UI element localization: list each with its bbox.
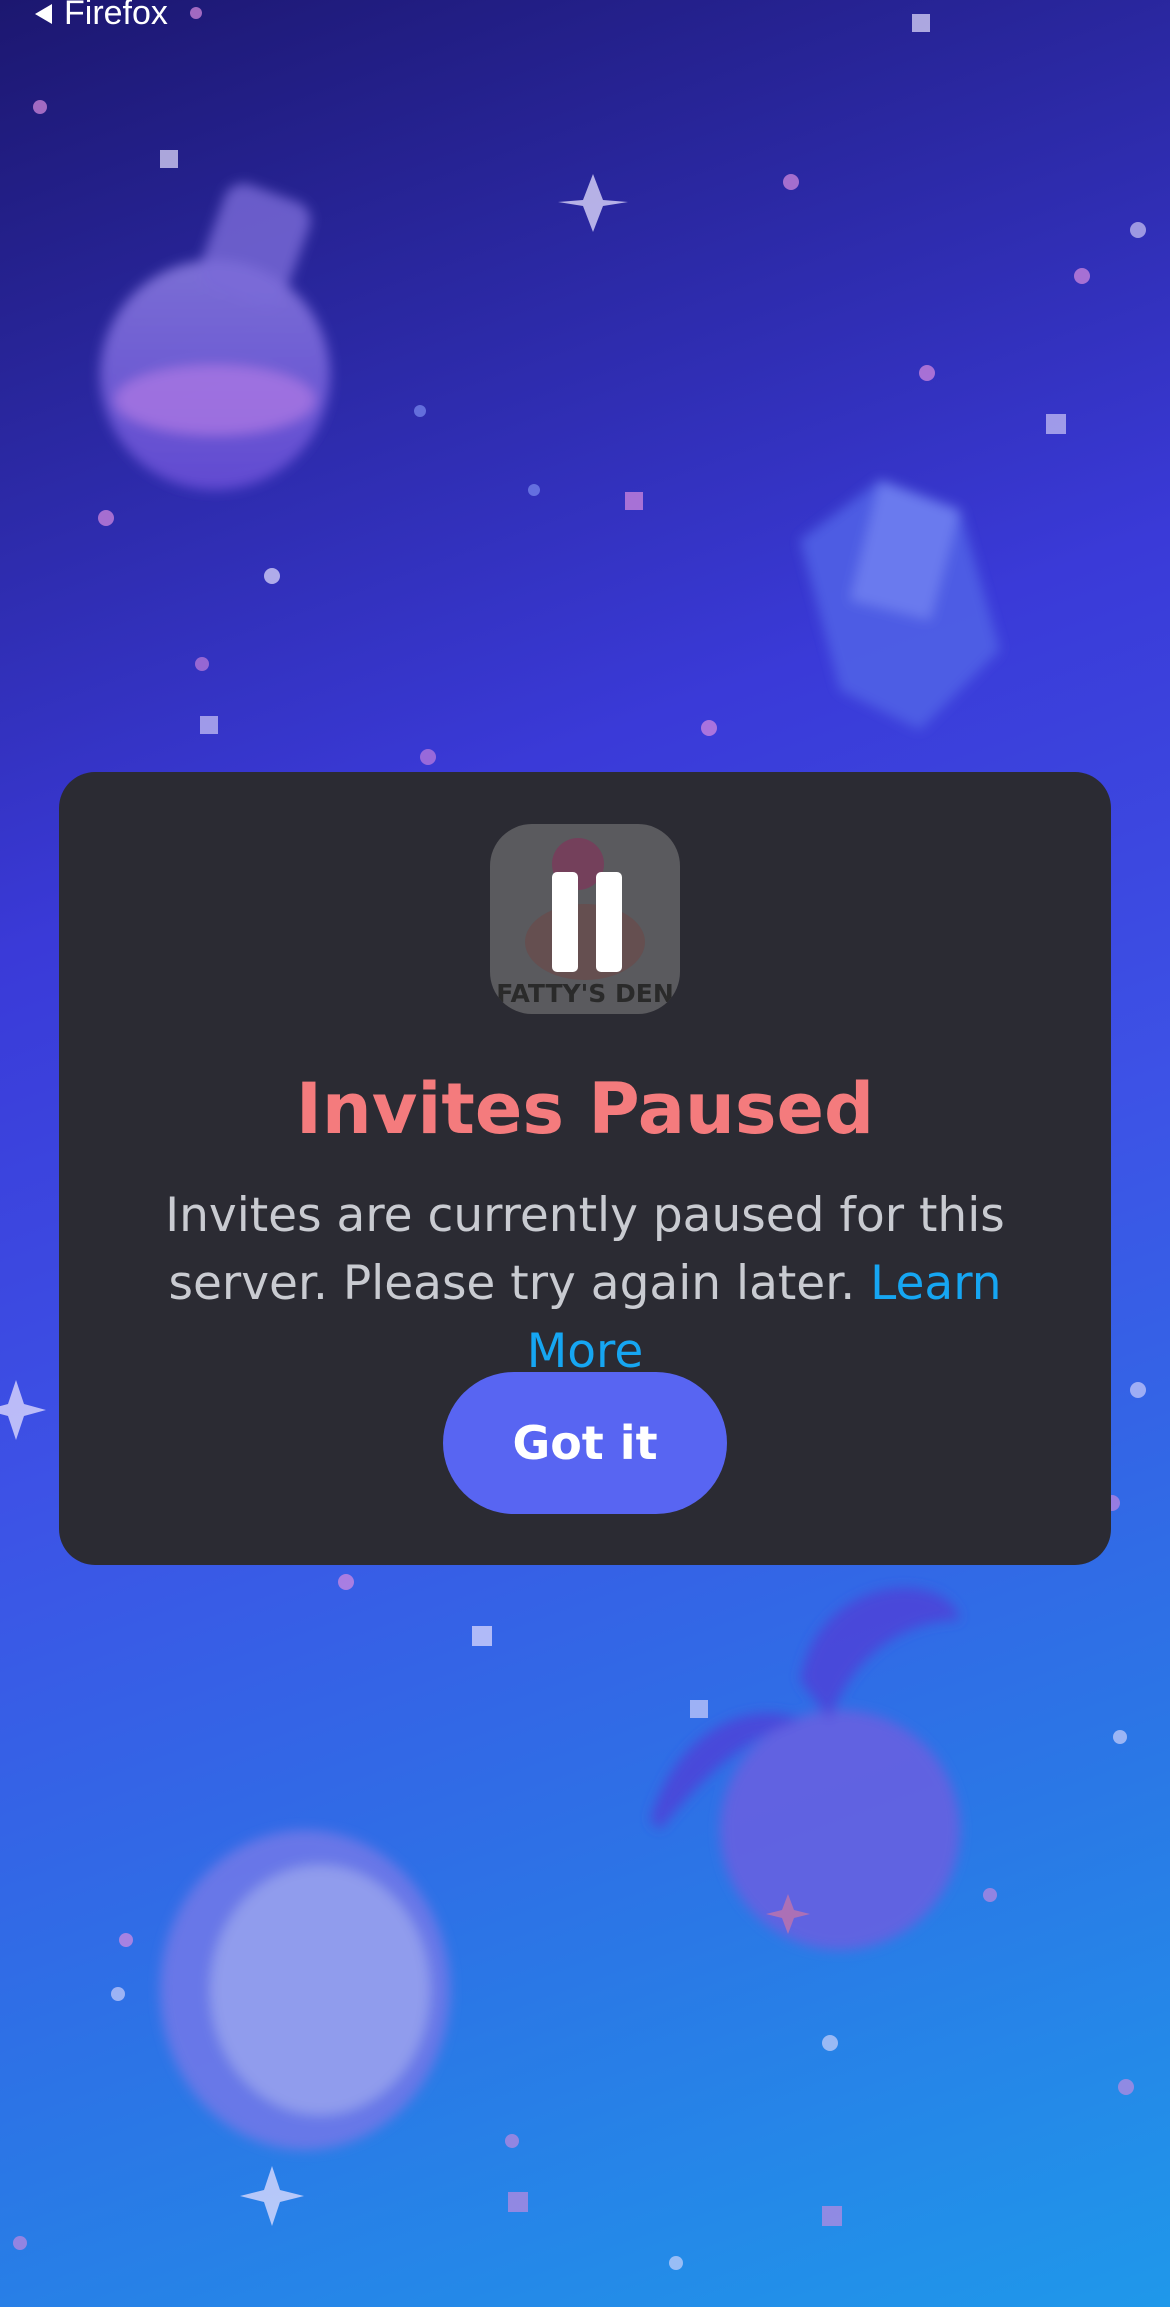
server-icon: FATTY'S DEN [490, 824, 680, 1014]
back-triangle-icon [35, 3, 52, 24]
modal-description: Invites are currently paused for this se… [119, 1182, 1051, 1386]
server-name-logo-text: FATTY'S DEN [496, 979, 674, 1008]
fruit-decoration [650, 1587, 960, 1950]
gem-decoration [800, 480, 1000, 730]
coin-decoration [160, 1830, 450, 2150]
status-bar-back[interactable]: Firefox [34, 0, 168, 33]
back-app-label: Firefox [64, 0, 168, 32]
pause-icon [552, 872, 622, 972]
invites-paused-modal: FATTY'S DEN Invites Paused Invites are c… [59, 772, 1111, 1565]
got-it-button[interactable]: Got it [443, 1372, 727, 1514]
potion-decoration [100, 183, 330, 490]
modal-title: Invites Paused [295, 1068, 875, 1150]
